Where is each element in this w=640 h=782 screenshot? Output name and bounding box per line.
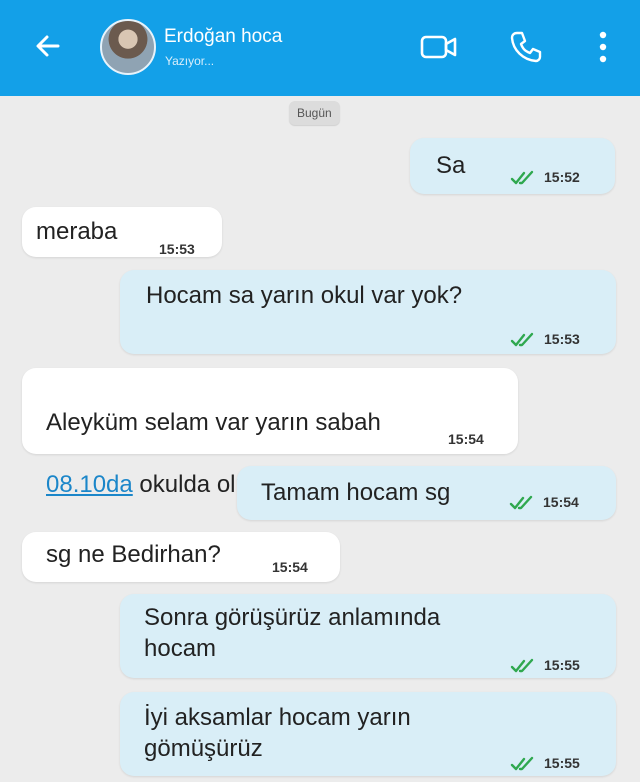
- message-meta: 15:52: [510, 162, 580, 193]
- voice-call-button[interactable]: [505, 26, 547, 68]
- message-meta: 15:55: [510, 650, 580, 681]
- message-time: 15:54: [448, 431, 484, 447]
- message-meta: 15:54: [448, 424, 484, 455]
- contact-name[interactable]: Erdoğan hoca: [164, 26, 282, 48]
- message-bubble-outgoing[interactable]: Sa 15:52: [410, 138, 615, 194]
- back-arrow-icon: [36, 35, 60, 57]
- typing-status: Yazıyor...: [165, 54, 215, 68]
- message-bubble-outgoing[interactable]: İyi aksamlar hocam yarın gömüşürüz 15:55: [120, 692, 616, 776]
- message-text: Hocam sa yarın okul var yok?: [146, 282, 463, 309]
- chat-header: Erdoğan hoca Yazıyor...: [0, 0, 640, 96]
- message-text-line1: Aleyküm selam var yarın sabah: [46, 409, 381, 436]
- message-meta: 15:53: [510, 324, 580, 355]
- back-button[interactable]: [30, 28, 66, 64]
- message-time: 15:52: [544, 169, 580, 185]
- message-meta: 15:53: [159, 234, 195, 265]
- message-time: 15:54: [543, 494, 579, 510]
- message-time: 15:53: [159, 241, 195, 257]
- message-bubble-outgoing[interactable]: Sonra görüşürüz anlamında hocam 15:55: [120, 594, 616, 678]
- message-text: sg ne Bedirhan?: [46, 541, 221, 568]
- message-bubble-incoming[interactable]: Aleyküm selam var yarın sabah 08.10da ok…: [22, 368, 518, 498]
- message-meta: 15:54: [509, 487, 579, 518]
- read-double-check-icon: [510, 170, 534, 184]
- message-bubble-incoming[interactable]: meraba 15:53: [22, 207, 222, 257]
- message-bubble-outgoing[interactable]: Tamam hocam sg 15:54: [237, 466, 616, 520]
- date-separator: Bugün: [289, 101, 340, 125]
- contact-avatar[interactable]: [100, 19, 156, 75]
- message-time: 15:55: [544, 755, 580, 771]
- message-meta: 15:55: [510, 748, 580, 779]
- message-time: 15:55: [544, 657, 580, 673]
- video-call-icon: [420, 35, 457, 59]
- read-double-check-icon: [510, 756, 534, 770]
- video-call-button[interactable]: [418, 26, 460, 68]
- message-text: Sonra görüşürüz anlamında hocam: [144, 604, 441, 662]
- more-vert-icon: [599, 31, 607, 63]
- read-double-check-icon: [510, 332, 534, 346]
- more-options-button[interactable]: [582, 26, 624, 68]
- message-text: Tamam hocam sg: [261, 479, 451, 506]
- message-meta: 15:54: [272, 552, 308, 583]
- read-double-check-icon: [509, 495, 533, 509]
- message-time: 15:53: [544, 331, 580, 347]
- message-text: Sa: [436, 152, 466, 179]
- message-text: İyi aksamlar hocam yarın gömüşürüz: [144, 704, 411, 762]
- phone-icon: [510, 31, 542, 63]
- message-bubble-incoming[interactable]: sg ne Bedirhan? 15:54: [22, 532, 340, 582]
- read-double-check-icon: [510, 658, 534, 672]
- time-link[interactable]: 08.10da: [46, 471, 133, 498]
- message-bubble-outgoing[interactable]: Hocam sa yarın okul var yok? 15:53: [120, 270, 616, 354]
- message-time: 15:54: [272, 559, 308, 575]
- message-text: meraba: [36, 218, 118, 245]
